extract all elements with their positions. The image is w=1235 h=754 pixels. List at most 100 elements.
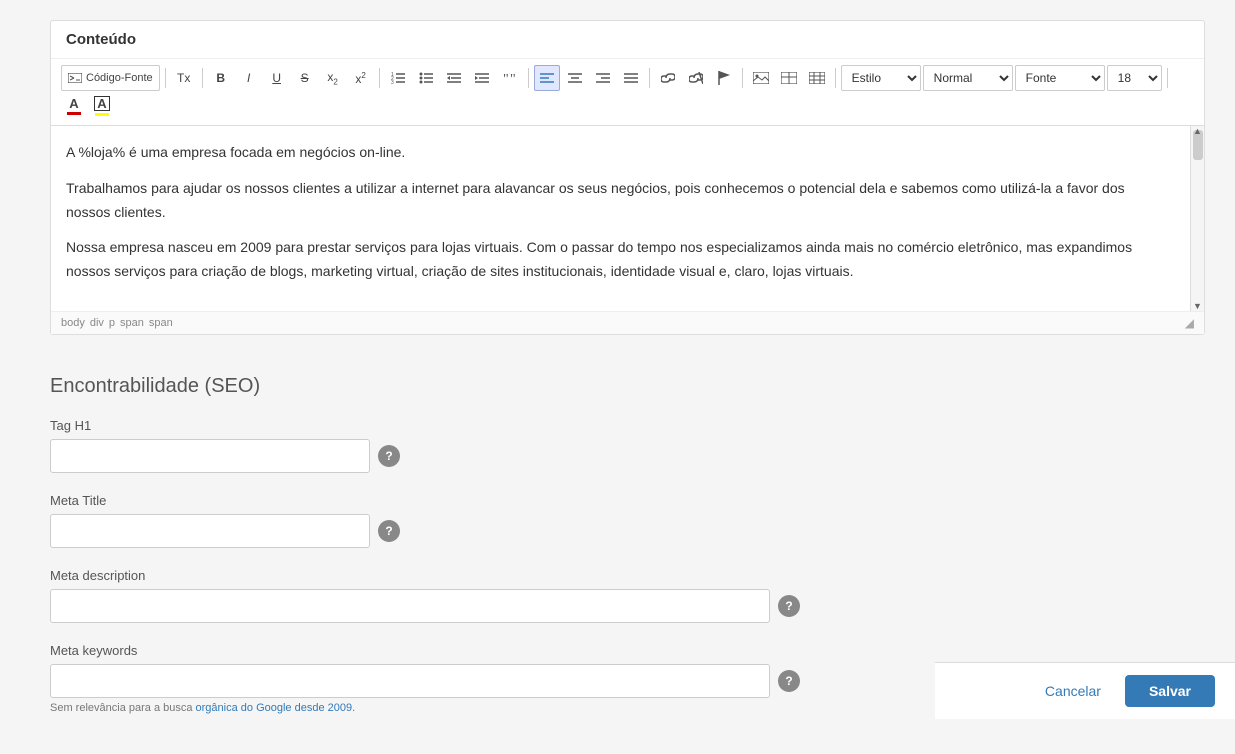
subscript-button[interactable]: x2 [320, 65, 346, 91]
tag-h1-group: Tag H1 ? [50, 418, 1185, 473]
bold-button[interactable]: B [208, 65, 234, 91]
meta-title-row: ? [50, 514, 1185, 548]
seo-section-title: Encontrabilidade (SEO) [50, 375, 1185, 398]
image-button[interactable] [748, 65, 774, 91]
save-button[interactable]: Salvar [1125, 675, 1215, 707]
separator-1 [165, 68, 166, 88]
link-remove-button[interactable] [683, 65, 709, 91]
image-icon [753, 72, 769, 84]
path-span-1: span [120, 317, 144, 329]
separator-5 [649, 68, 650, 88]
svg-text:": " [510, 72, 516, 84]
font-color-button[interactable]: A [61, 93, 87, 119]
strikethrough-button[interactable]: S [292, 65, 318, 91]
font-select[interactable]: Fonte [1015, 65, 1105, 91]
scroll-down-arrow[interactable]: ▼ [1191, 301, 1204, 311]
blockquote-icon: " " [503, 72, 517, 84]
separator-3 [379, 68, 380, 88]
underline-button[interactable]: U [264, 65, 290, 91]
separator-4 [528, 68, 529, 88]
meta-description-help-button[interactable]: ? [778, 595, 800, 617]
indent-decrease-button[interactable] [441, 65, 467, 91]
meta-keywords-label: Meta keywords [50, 643, 1185, 658]
font-bgcolor-label: A [94, 96, 109, 111]
keywords-link[interactable]: orgânica do Google desde 2009. [196, 702, 356, 714]
ordered-list-button[interactable]: 1 2 3 [385, 65, 411, 91]
separator-6 [742, 68, 743, 88]
style-select[interactable]: Estilo [841, 65, 921, 91]
italic-button[interactable]: I [236, 65, 262, 91]
indent-increase-icon [475, 72, 489, 84]
table-draw-button[interactable] [776, 65, 802, 91]
meta-description-input[interactable] [50, 589, 770, 623]
tag-h1-help-button[interactable]: ? [378, 445, 400, 467]
tag-h1-label: Tag H1 [50, 418, 1185, 433]
meta-description-label: Meta description [50, 568, 1185, 583]
tag-h1-row: ? [50, 439, 1185, 473]
separator-2 [202, 68, 203, 88]
table-draw-icon [781, 72, 797, 84]
align-left-button[interactable] [534, 65, 560, 91]
meta-title-help-button[interactable]: ? [378, 520, 400, 542]
link-add-icon [661, 72, 675, 84]
tag-h1-input[interactable] [50, 439, 370, 473]
flag-icon [718, 71, 730, 85]
content-editor-section: Conteúdo Código-Fonte Tx B [50, 20, 1205, 335]
path-div: div [90, 317, 104, 329]
superscript-button[interactable]: x2 [348, 65, 374, 91]
table-menu-icon [809, 72, 825, 84]
align-left-icon [540, 72, 554, 84]
underline-label: U [272, 71, 281, 85]
indent-decrease-icon [447, 72, 461, 84]
indent-increase-button[interactable] [469, 65, 495, 91]
editor-area[interactable]: A %loja% é uma empresa focada em negócio… [51, 126, 1190, 311]
font-color-label: A [69, 97, 78, 110]
meta-description-group: Meta description ? [50, 568, 1185, 623]
font-bgcolor-bar [95, 113, 109, 116]
align-right-icon [596, 72, 610, 84]
link-add-button[interactable] [655, 65, 681, 91]
editor-paragraph-2: Trabalhamos para ajudar os nossos client… [66, 177, 1170, 225]
strikethrough-label: S [301, 71, 309, 85]
align-justify-icon [624, 72, 638, 84]
path-p: p [109, 317, 115, 329]
format-select[interactable]: Normal [923, 65, 1013, 91]
table-menu-button[interactable] [804, 65, 830, 91]
path-body: body [61, 317, 85, 329]
bold-label: B [216, 71, 225, 85]
flag-button[interactable] [711, 65, 737, 91]
unordered-list-button[interactable] [413, 65, 439, 91]
editor-wrapper: A %loja% é uma empresa focada em negócio… [51, 126, 1204, 311]
meta-title-input[interactable] [50, 514, 370, 548]
content-section-title: Conteúdo [51, 21, 1204, 59]
code-source-button[interactable]: Código-Fonte [61, 65, 160, 91]
scrollbar-track[interactable]: ▲ ▼ [1190, 126, 1204, 311]
meta-title-label: Meta Title [50, 493, 1185, 508]
unordered-list-icon [419, 72, 433, 84]
resize-handle[interactable]: ◢ [1185, 316, 1194, 330]
scroll-up-arrow[interactable]: ▲ [1191, 126, 1204, 136]
align-right-button[interactable] [590, 65, 616, 91]
action-bar: Cancelar Salvar [935, 662, 1235, 719]
font-bgcolor-button[interactable]: A [89, 93, 115, 119]
cancel-button[interactable]: Cancelar [1033, 675, 1113, 707]
main-container: Conteúdo Código-Fonte Tx B [0, 20, 1235, 754]
clear-formatting-button[interactable]: Tx [171, 65, 197, 91]
editor-paragraph-1: A %loja% é uma empresa focada em negócio… [66, 141, 1170, 165]
link-remove-icon [689, 72, 703, 84]
ordered-list-icon: 1 2 3 [391, 72, 405, 84]
align-center-icon [568, 72, 582, 84]
meta-description-row: ? [50, 589, 1185, 623]
align-justify-button[interactable] [618, 65, 644, 91]
meta-title-group: Meta Title ? [50, 493, 1185, 548]
code-icon [68, 73, 82, 83]
editor-path-bar: body div p span span ◢ [51, 311, 1204, 334]
svg-text:": " [503, 72, 509, 84]
align-center-button[interactable] [562, 65, 588, 91]
meta-keywords-input[interactable] [50, 664, 770, 698]
editor-paragraph-3: Nossa empresa nasceu em 2009 para presta… [66, 236, 1170, 284]
font-size-select[interactable]: 18 [1107, 65, 1162, 91]
separator-8 [1167, 68, 1168, 88]
blockquote-button[interactable]: " " [497, 65, 523, 91]
meta-keywords-help-button[interactable]: ? [778, 670, 800, 692]
